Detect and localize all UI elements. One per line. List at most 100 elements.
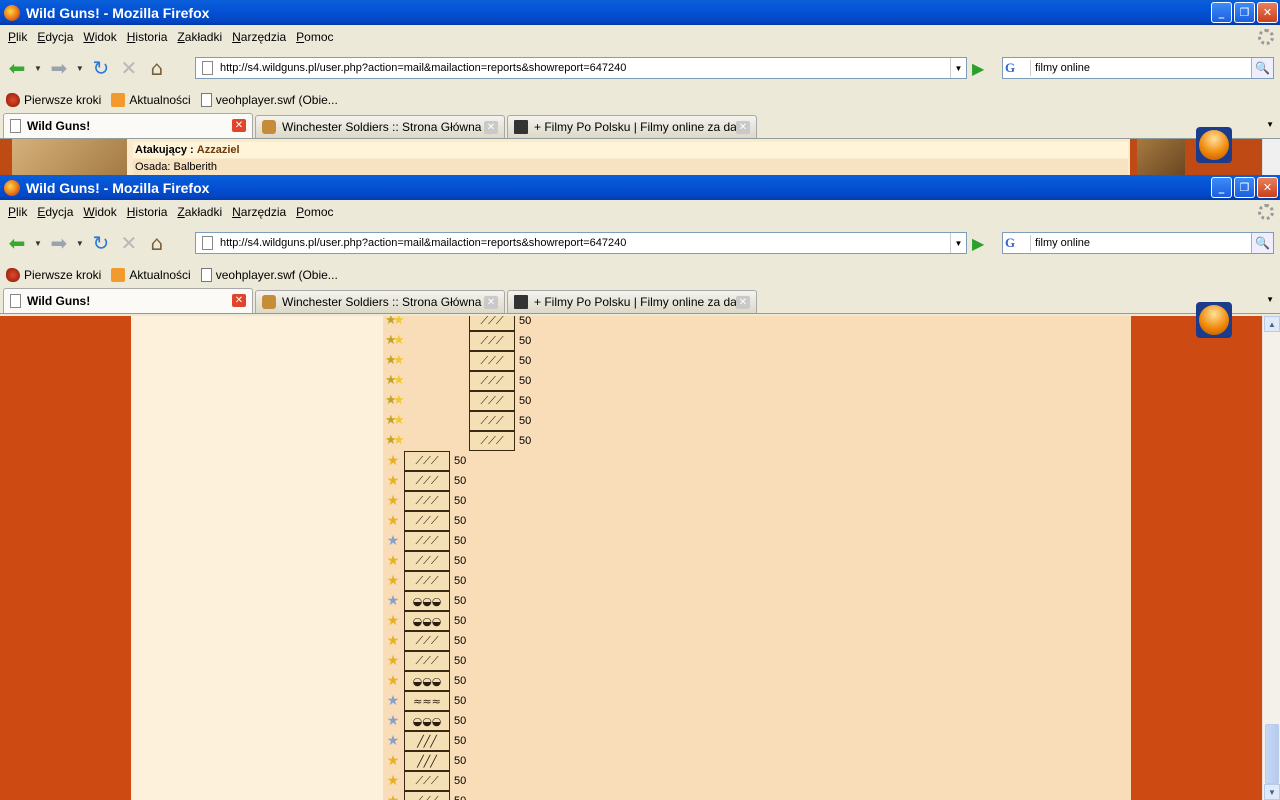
url-bar[interactable]: http://s4.wildguns.pl/user.php?action=ma… (195, 57, 967, 79)
url-bar[interactable]: http://s4.wildguns.pl/user.php?action=ma… (195, 232, 967, 254)
addon-bubble-icon[interactable] (1196, 127, 1232, 163)
long-guns-unit-icon[interactable]: ╱╱╱ (404, 731, 450, 751)
bookmark-pierwsze-kroki[interactable]: Pierwsze kroki (6, 267, 101, 282)
home-icon[interactable]: ⌂ (146, 231, 168, 255)
bookmark-aktualnosci[interactable]: Aktualności (111, 267, 191, 282)
rifles-unit-icon[interactable]: ⟋⟋⟋ (404, 651, 450, 671)
hats-unit-icon[interactable]: ◒◒◒ (404, 671, 450, 691)
scroll-down-icon[interactable]: ▼ (1264, 784, 1280, 800)
minimize-button[interactable]: _ (1211, 177, 1232, 198)
menu-item-pomoc[interactable]: Pomoc (291, 30, 338, 44)
menu-item-historia[interactable]: Historia (122, 30, 173, 44)
minimize-button[interactable]: _ (1211, 2, 1232, 23)
rifles-unit-icon[interactable]: ⟋⟋⟋ (404, 531, 450, 551)
gunman-unit-icon[interactable]: ⟋⟋⟋ (469, 431, 515, 451)
forward-history-dropdown-icon[interactable]: ▼ (76, 239, 84, 248)
menu-item-narzedzia[interactable]: Narzędzia (227, 205, 291, 219)
title-bar[interactable]: Wild Guns! - Mozilla Firefox _ ❐ ✕ (0, 0, 1280, 25)
bookmark-aktualnosci[interactable]: Aktualności (111, 92, 191, 107)
stop-icon[interactable]: ✕ (118, 56, 140, 80)
gunman-unit-icon[interactable]: ⟋⟋⟋ (469, 331, 515, 351)
search-bar[interactable]: G filmy online 🔍 (1002, 232, 1274, 254)
hats-unit-icon[interactable]: ◒◒◒ (404, 591, 450, 611)
back-arrow-icon[interactable]: ⬅ (6, 231, 28, 255)
menu-item-edycja[interactable]: Edycja (32, 30, 78, 44)
go-icon[interactable]: ▶ (972, 59, 984, 78)
close-tab-icon[interactable]: ✕ (484, 121, 498, 134)
title-bar[interactable]: Wild Guns! - Mozilla Firefox _ ❐ ✕ (0, 175, 1280, 200)
url-text[interactable]: http://s4.wildguns.pl/user.php?action=ma… (220, 237, 626, 249)
forward-history-dropdown-icon[interactable]: ▼ (76, 64, 84, 73)
scroll-thumb[interactable] (1265, 724, 1279, 784)
gunman-unit-icon[interactable]: ⟋⟋⟋ (469, 316, 515, 331)
scrollbar[interactable] (1262, 139, 1280, 175)
rifles-unit-icon[interactable]: ⟋⟋⟋ (404, 551, 450, 571)
home-icon[interactable]: ⌂ (146, 56, 168, 80)
search-input[interactable]: filmy online (1035, 62, 1090, 74)
url-text[interactable]: http://s4.wildguns.pl/user.php?action=ma… (220, 62, 626, 74)
tab-wild-guns[interactable]: Wild Guns! ✕ (3, 113, 253, 138)
hats-unit-icon[interactable]: ◒◒◒ (404, 611, 450, 631)
maximize-button[interactable]: ❐ (1234, 177, 1255, 198)
menu-item-narzedzia[interactable]: Narzędzia (227, 30, 291, 44)
addon-bubble-icon[interactable] (1196, 302, 1232, 338)
search-icon[interactable]: 🔍 (1251, 233, 1273, 253)
rifles-unit-icon[interactable]: ⟋⟋⟋ (404, 471, 450, 491)
search-icon[interactable]: 🔍 (1251, 58, 1273, 78)
close-tab-icon[interactable]: ✕ (232, 119, 246, 132)
close-tab-icon[interactable]: ✕ (484, 296, 498, 309)
tab-list-dropdown-icon[interactable]: ▼ (1266, 295, 1274, 304)
bookmark-veohplayer[interactable]: veohplayer.swf (Obie... (200, 92, 338, 107)
forward-arrow-icon[interactable]: ➡ (48, 231, 70, 255)
forward-arrow-icon[interactable]: ➡ (48, 56, 70, 80)
menu-item-zakladki[interactable]: Zakładki (172, 30, 227, 44)
tab-list-dropdown-icon[interactable]: ▼ (1266, 120, 1274, 129)
tab-wild-guns[interactable]: Wild Guns! ✕ (3, 288, 253, 313)
long-guns-unit-icon[interactable]: ╱╱╱ (404, 751, 450, 771)
scroll-up-icon[interactable]: ▲ (1264, 316, 1280, 332)
menu-item-plik[interactable]: Plik (3, 205, 32, 219)
close-tab-icon[interactable]: ✕ (736, 296, 750, 309)
tab-filmy-po-polsku[interactable]: + Filmy Po Polsku | Filmy online za dar.… (507, 115, 757, 138)
rifles-unit-icon[interactable]: ⟋⟋⟋ (404, 571, 450, 591)
maximize-button[interactable]: ❐ (1234, 2, 1255, 23)
go-icon[interactable]: ▶ (972, 234, 984, 253)
rifles-unit-icon[interactable]: ⟋⟋⟋ (404, 771, 450, 791)
close-button[interactable]: ✕ (1257, 177, 1278, 198)
close-tab-icon[interactable]: ✕ (736, 121, 750, 134)
bookmark-veohplayer[interactable]: veohplayer.swf (Obie... (200, 267, 338, 282)
stop-icon[interactable]: ✕ (118, 231, 140, 255)
gunman-unit-icon[interactable]: ⟋⟋⟋ (469, 371, 515, 391)
close-button[interactable]: ✕ (1257, 2, 1278, 23)
attacker-name[interactable]: Azzaziel (197, 144, 240, 156)
feathers-unit-icon[interactable]: ≈≈≈ (404, 691, 450, 711)
url-dropdown-icon[interactable]: ▼ (950, 58, 966, 78)
settlement-name[interactable]: Balberith (174, 161, 217, 173)
menu-item-zakladki[interactable]: Zakładki (172, 205, 227, 219)
rifles-unit-icon[interactable]: ⟋⟋⟋ (404, 631, 450, 651)
back-history-dropdown-icon[interactable]: ▼ (34, 239, 42, 248)
search-bar[interactable]: G filmy online 🔍 (1002, 57, 1274, 79)
menu-item-plik[interactable]: Plik (3, 30, 32, 44)
url-dropdown-icon[interactable]: ▼ (950, 233, 966, 253)
gunman-unit-icon[interactable]: ⟋⟋⟋ (469, 411, 515, 431)
menu-item-edycja[interactable]: Edycja (32, 205, 78, 219)
rifles-unit-icon[interactable]: ⟋⟋⟋ (404, 451, 450, 471)
menu-item-widok[interactable]: Widok (78, 30, 121, 44)
gunman-unit-icon[interactable]: ⟋⟋⟋ (469, 351, 515, 371)
close-tab-icon[interactable]: ✕ (232, 294, 246, 307)
bookmark-pierwsze-kroki[interactable]: Pierwsze kroki (6, 92, 101, 107)
menu-item-pomoc[interactable]: Pomoc (291, 205, 338, 219)
reload-icon[interactable]: ↻ (90, 56, 112, 80)
menu-item-historia[interactable]: Historia (122, 205, 173, 219)
tab-filmy-po-polsku[interactable]: + Filmy Po Polsku | Filmy online za dar.… (507, 290, 757, 313)
page-scrollbar[interactable]: ▲ ▼ (1262, 316, 1280, 800)
search-input[interactable]: filmy online (1035, 237, 1090, 249)
back-arrow-icon[interactable]: ⬅ (6, 56, 28, 80)
tab-winchester-soldiers[interactable]: Winchester Soldiers :: Strona Główna ✕ (255, 115, 505, 138)
search-engine-icon[interactable]: G (1005, 235, 1031, 251)
rifles-unit-icon[interactable]: ⟋⟋⟋ (404, 491, 450, 511)
search-engine-icon[interactable]: G (1005, 60, 1031, 76)
hats-unit-icon[interactable]: ◒◒◒ (404, 711, 450, 731)
rifles-unit-icon[interactable]: ⟋⟋⟋ (404, 511, 450, 531)
